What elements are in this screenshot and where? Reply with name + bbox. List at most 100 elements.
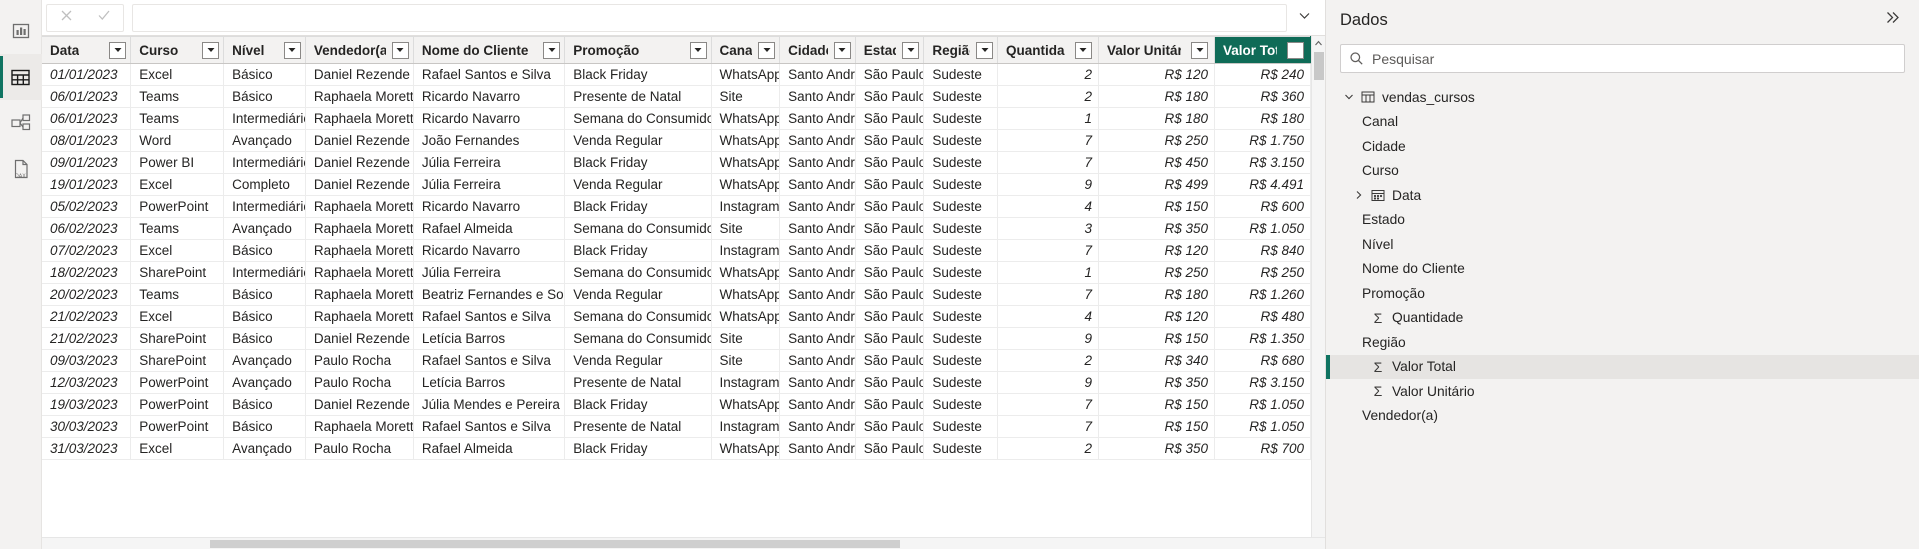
table-cell[interactable]: São Paulo: [855, 327, 925, 350]
table-cell[interactable]: WhatsApp: [711, 437, 781, 460]
table-cell[interactable]: 06/01/2023: [42, 107, 132, 130]
column-filter-icon[interactable]: [689, 41, 707, 59]
table-cell[interactable]: Teams: [130, 107, 225, 130]
table-cell[interactable]: Sudeste: [923, 195, 999, 218]
table-cell[interactable]: Site: [711, 327, 781, 350]
table-cell[interactable]: 1: [997, 261, 1099, 284]
table-cell[interactable]: Daniel Rezende: [305, 393, 414, 416]
table-cell[interactable]: R$ 1.260: [1214, 283, 1311, 306]
table-cell[interactable]: R$ 680: [1214, 349, 1311, 372]
table-cell[interactable]: São Paulo: [855, 217, 925, 240]
table-cell[interactable]: 09/01/2023: [42, 151, 132, 174]
table-row[interactable]: 18/02/2023 SharePoint Intermediário Raphael…: [42, 261, 1311, 284]
table-cell[interactable]: Intermediário: [223, 261, 306, 284]
table-cell[interactable]: Avançado: [223, 129, 306, 152]
table-cell[interactable]: Raphaela Moretti: [305, 261, 414, 284]
table-cell[interactable]: Instagram: [711, 371, 781, 394]
table-cell[interactable]: Raphaela Moretti: [305, 107, 414, 130]
table-cell[interactable]: Sudeste: [923, 63, 999, 86]
table-cell[interactable]: Instagram: [711, 239, 781, 262]
table-cell[interactable]: Venda Regular: [564, 349, 712, 372]
table-cell[interactable]: 9: [997, 173, 1099, 196]
table-cell[interactable]: R$ 350: [1098, 371, 1216, 394]
table-cell[interactable]: Santo André: [779, 85, 856, 108]
table-cell[interactable]: Raphaela Moretti: [305, 283, 414, 306]
table-cell[interactable]: Sudeste: [923, 393, 999, 416]
table-cell[interactable]: R$ 340: [1098, 349, 1216, 372]
table-cell[interactable]: Daniel Rezende: [305, 151, 414, 174]
table-row[interactable]: 30/03/2023 PowerPoint Básico Raphaela Moret…: [42, 415, 1311, 438]
table-cell[interactable]: R$ 150: [1098, 415, 1216, 438]
column-filter-icon[interactable]: [109, 41, 127, 59]
rail-item-report-view[interactable]: [0, 8, 42, 54]
table-cell[interactable]: R$ 1.050: [1214, 415, 1311, 438]
table-cell[interactable]: Sudeste: [923, 85, 999, 108]
table-cell[interactable]: São Paulo: [855, 63, 925, 86]
column-filter-icon[interactable]: [391, 41, 409, 59]
table-cell[interactable]: R$ 180: [1214, 107, 1311, 130]
column-filter-icon[interactable]: [543, 41, 561, 59]
table-cell[interactable]: Rafael Almeida: [413, 217, 566, 240]
table-cell[interactable]: Básico: [223, 327, 306, 350]
table-cell[interactable]: São Paulo: [855, 393, 925, 416]
table-cell[interactable]: Santo André: [779, 195, 856, 218]
table-cell[interactable]: 01/01/2023: [42, 63, 132, 86]
table-cell[interactable]: Intermediário: [223, 151, 306, 174]
table-cell[interactable]: Black Friday: [564, 195, 712, 218]
table-cell[interactable]: Black Friday: [564, 151, 712, 174]
table-row[interactable]: 21/02/2023 SharePoint Básico Daniel Rezende…: [42, 327, 1311, 350]
table-cell[interactable]: R$ 600: [1214, 195, 1311, 218]
table-cell[interactable]: São Paulo: [855, 173, 925, 196]
table-cell[interactable]: Santo André: [779, 327, 856, 350]
scroll-up-arrow[interactable]: [1312, 36, 1326, 50]
column-header[interactable]: Curso: [130, 36, 225, 64]
table-row[interactable]: 12/03/2023 PowerPoint Avançado Paulo Rocha L…: [42, 371, 1311, 394]
column-filter-icon[interactable]: [283, 41, 301, 59]
table-cell[interactable]: R$ 180: [1098, 85, 1216, 108]
table-row[interactable]: 06/01/2023 Teams Básico Raphaela Moretti Ric…: [42, 85, 1311, 108]
table-cell[interactable]: Básico: [223, 283, 306, 306]
table-cell[interactable]: WhatsApp: [711, 393, 781, 416]
table-cell[interactable]: São Paulo: [855, 261, 925, 284]
table-cell[interactable]: 3: [997, 217, 1099, 240]
table-cell[interactable]: 19/03/2023: [42, 393, 132, 416]
column-header[interactable]: Nível: [223, 36, 306, 64]
field-tree-item[interactable]: Cidade: [1326, 134, 1919, 159]
table-cell[interactable]: Sudeste: [923, 261, 999, 284]
field-tree-item[interactable]: Canal: [1326, 110, 1919, 135]
table-cell[interactable]: 7: [997, 415, 1099, 438]
search-box[interactable]: [1340, 44, 1905, 73]
table-cell[interactable]: Avançado: [223, 349, 306, 372]
rail-item-dax-view[interactable]: DAX: [0, 146, 42, 192]
table-cell[interactable]: R$ 180: [1098, 283, 1216, 306]
table-cell[interactable]: R$ 1.750: [1214, 129, 1311, 152]
table-cell[interactable]: 9: [997, 327, 1099, 350]
table-cell[interactable]: Sudeste: [923, 217, 999, 240]
table-cell[interactable]: Teams: [130, 283, 225, 306]
table-cell[interactable]: Sudeste: [923, 151, 999, 174]
chevron-down-icon[interactable]: [1340, 91, 1358, 103]
table-cell[interactable]: R$ 450: [1098, 151, 1216, 174]
formula-cancel-button[interactable]: [47, 5, 85, 31]
table-cell[interactable]: Daniel Rezende: [305, 129, 414, 152]
formula-expand-button[interactable]: [1289, 4, 1319, 32]
table-cell[interactable]: 7: [997, 283, 1099, 306]
grid-hscroll-thumb[interactable]: [210, 540, 900, 548]
table-cell[interactable]: São Paulo: [855, 349, 925, 372]
table-cell[interactable]: 31/03/2023: [42, 437, 132, 460]
table-cell[interactable]: Santo André: [779, 393, 856, 416]
table-row[interactable]: 20/02/2023 Teams Básico Raphaela Moretti Bea…: [42, 283, 1311, 306]
field-tree-item[interactable]: Σ Valor Unitário: [1326, 379, 1919, 404]
table-cell[interactable]: 2: [997, 63, 1099, 86]
table-cell[interactable]: Santo André: [779, 415, 856, 438]
table-cell[interactable]: Paulo Rocha: [305, 371, 414, 394]
column-header[interactable]: Valor Unitário: [1098, 36, 1216, 64]
column-filter-icon[interactable]: [1074, 41, 1092, 59]
column-filter-icon[interactable]: [833, 41, 851, 59]
table-cell[interactable]: São Paulo: [855, 195, 925, 218]
table-cell[interactable]: Sudeste: [923, 437, 999, 460]
column-header[interactable]: Estado: [855, 36, 925, 64]
table-row[interactable]: 06/01/2023 Teams Intermediário Raphaela Mor…: [42, 107, 1311, 130]
column-header[interactable]: Região: [923, 36, 999, 64]
table-cell[interactable]: Santo André: [779, 261, 856, 284]
